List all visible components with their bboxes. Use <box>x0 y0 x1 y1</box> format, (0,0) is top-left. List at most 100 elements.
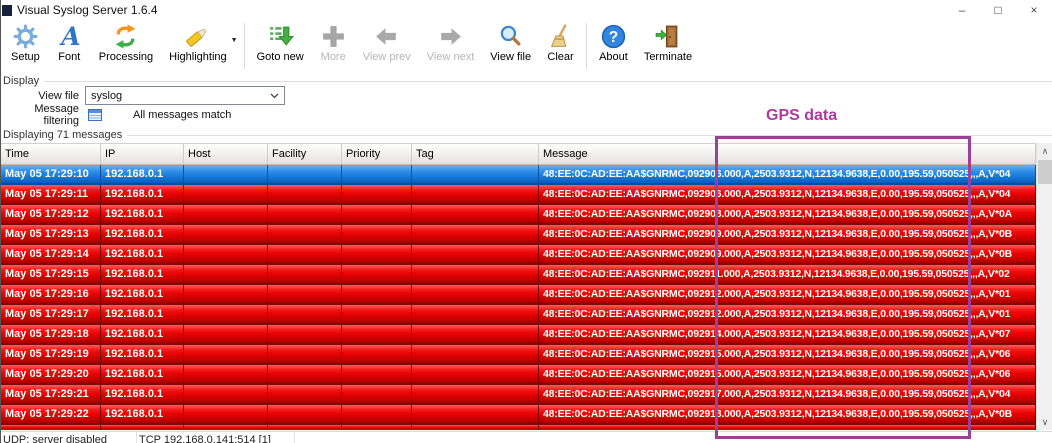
minimize-button[interactable]: – <box>944 0 980 20</box>
cell-message <box>539 425 1036 430</box>
cell-tag <box>412 225 539 243</box>
cell-priority <box>342 185 412 203</box>
window-title: Visual Syslog Server 1.6.4 <box>17 3 158 17</box>
table-row[interactable] <box>1 425 1052 430</box>
cell-message: 48:EE:0C:AD:EE:AA$GNRMC,092909.000,A,250… <box>539 225 1036 243</box>
cell-host <box>184 365 268 383</box>
column-header-facility[interactable]: Facility <box>268 144 342 164</box>
setup-button[interactable]: Setup <box>3 21 48 63</box>
svg-text:A: A <box>59 23 80 50</box>
cell-host <box>184 305 268 323</box>
cell-tag <box>412 345 539 363</box>
cell-priority <box>342 385 412 403</box>
table-row[interactable]: May 05 17:29:11 192.168.0.1 48:EE:0C:AD:… <box>1 185 1052 205</box>
goto-new-icon <box>267 23 294 50</box>
cell-facility <box>268 185 342 203</box>
highlighter-icon <box>184 23 211 50</box>
maximize-button[interactable]: □ <box>980 0 1016 20</box>
cell-ip: 192.168.0.1 <box>101 305 184 323</box>
clear-button[interactable]: Clear <box>539 21 582 63</box>
view-file-button[interactable]: View file <box>482 21 539 63</box>
exit-door-icon <box>654 23 681 50</box>
about-label: About <box>599 51 628 63</box>
toolbar-separator <box>586 23 587 69</box>
cell-priority <box>342 305 412 323</box>
scrollbar-thumb[interactable] <box>1038 160 1052 184</box>
question-icon: ? <box>600 23 627 50</box>
more-button: More <box>312 21 355 63</box>
cell-facility <box>268 425 342 430</box>
view-file-selected-value: syslog <box>91 90 270 102</box>
cell-facility <box>268 385 342 403</box>
highlighting-button[interactable]: Highlighting <box>161 21 234 63</box>
cell-message: 48:EE:0C:AD:EE:AA$GNRMC,092914.000,A,250… <box>539 325 1036 343</box>
cell-priority <box>342 425 412 430</box>
plus-icon <box>320 23 347 50</box>
close-button[interactable]: × <box>1016 0 1052 20</box>
cell-facility <box>268 245 342 263</box>
gear-icon <box>12 23 39 50</box>
title-bar: Visual Syslog Server 1.6.4 – □ × <box>1 0 1052 20</box>
cell-tag <box>412 425 539 430</box>
cell-ip: 192.168.0.1 <box>101 265 184 283</box>
table-row[interactable]: May 05 17:29:15 192.168.0.1 48:EE:0C:AD:… <box>1 265 1052 285</box>
processing-button[interactable]: Processing <box>91 21 161 63</box>
cell-time: May 05 17:29:17 <box>1 305 101 323</box>
column-header-ip[interactable]: IP <box>101 144 184 164</box>
table-row[interactable]: May 05 17:29:12 192.168.0.1 48:EE:0C:AD:… <box>1 205 1052 225</box>
vertical-scrollbar[interactable]: ∧ ∨ <box>1036 143 1052 430</box>
status-tcp: TCP 192.168.0.141:514 [1] <box>137 432 295 443</box>
toolbar-separator <box>244 23 245 69</box>
scroll-up-arrow-icon[interactable]: ∧ <box>1037 143 1052 159</box>
column-header-message[interactable]: Message <box>539 144 1036 164</box>
arrow-left-icon <box>373 23 400 50</box>
terminate-label: Terminate <box>644 51 692 63</box>
table-row[interactable]: May 05 17:29:13 192.168.0.1 48:EE:0C:AD:… <box>1 225 1052 245</box>
scroll-down-arrow-icon[interactable]: ∨ <box>1037 414 1052 430</box>
view-next-label: View next <box>427 51 475 63</box>
table-row[interactable]: May 05 17:29:10 192.168.0.1 48:EE:0C:AD:… <box>1 165 1052 185</box>
column-header-priority[interactable]: Priority <box>342 144 412 164</box>
view-file-select[interactable]: syslog <box>85 86 285 105</box>
cell-time: May 05 17:29:13 <box>1 225 101 243</box>
table-row[interactable]: May 05 17:29:16 192.168.0.1 48:EE:0C:AD:… <box>1 285 1052 305</box>
svg-text:?: ? <box>609 29 619 46</box>
column-header-host[interactable]: Host <box>184 144 268 164</box>
table-row[interactable]: May 05 17:29:19 192.168.0.1 48:EE:0C:AD:… <box>1 345 1052 365</box>
view-file-field-label: View file <box>1 90 79 102</box>
table-row[interactable]: May 05 17:29:22 192.168.0.1 48:EE:0C:AD:… <box>1 405 1052 425</box>
status-bar: UDP: server disabled TCP 192.168.0.141:5… <box>1 431 1052 443</box>
table-row[interactable]: May 05 17:29:21 192.168.0.1 48:EE:0C:AD:… <box>1 385 1052 405</box>
goto-new-button[interactable]: Goto new <box>249 21 312 63</box>
table-row[interactable]: May 05 17:29:14 192.168.0.1 48:EE:0C:AD:… <box>1 245 1052 265</box>
app-window: Visual Syslog Server 1.6.4 – □ × Setup A… <box>0 0 1052 443</box>
cell-ip: 192.168.0.1 <box>101 245 184 263</box>
table-row[interactable]: May 05 17:29:20 192.168.0.1 48:EE:0C:AD:… <box>1 365 1052 385</box>
cell-tag <box>412 365 539 383</box>
column-header-tag[interactable]: Tag <box>412 144 539 164</box>
cell-message: 48:EE:0C:AD:EE:AA$GNRMC,092906.000,A,250… <box>539 165 1036 183</box>
cell-message: 48:EE:0C:AD:EE:AA$GNRMC,092915.000,A,250… <box>539 365 1036 383</box>
cell-time: May 05 17:29:21 <box>1 385 101 403</box>
window-controls: – □ × <box>944 0 1052 20</box>
cell-ip: 192.168.0.1 <box>101 385 184 403</box>
cell-host <box>184 345 268 363</box>
cell-host <box>184 325 268 343</box>
highlighting-dropdown-arrow[interactable]: ▼ <box>231 37 238 44</box>
cell-priority <box>342 265 412 283</box>
about-button[interactable]: ? About <box>591 21 636 63</box>
table-row[interactable]: May 05 17:29:17 192.168.0.1 48:EE:0C:AD:… <box>1 305 1052 325</box>
processing-label: Processing <box>99 51 153 63</box>
cell-facility <box>268 365 342 383</box>
cell-host <box>184 225 268 243</box>
terminate-button[interactable]: Terminate <box>636 21 700 63</box>
cell-time: May 05 17:29:10 <box>1 165 101 183</box>
cell-priority <box>342 325 412 343</box>
font-button[interactable]: A Font <box>48 21 91 63</box>
filter-settings-icon[interactable] <box>88 109 102 121</box>
messages-count-label: Displaying 71 messages <box>1 129 127 141</box>
column-header-time[interactable]: Time <box>1 144 101 164</box>
font-label: Font <box>58 51 80 63</box>
table-row[interactable]: May 05 17:29:18 192.168.0.1 48:EE:0C:AD:… <box>1 325 1052 345</box>
setup-label: Setup <box>11 51 40 63</box>
